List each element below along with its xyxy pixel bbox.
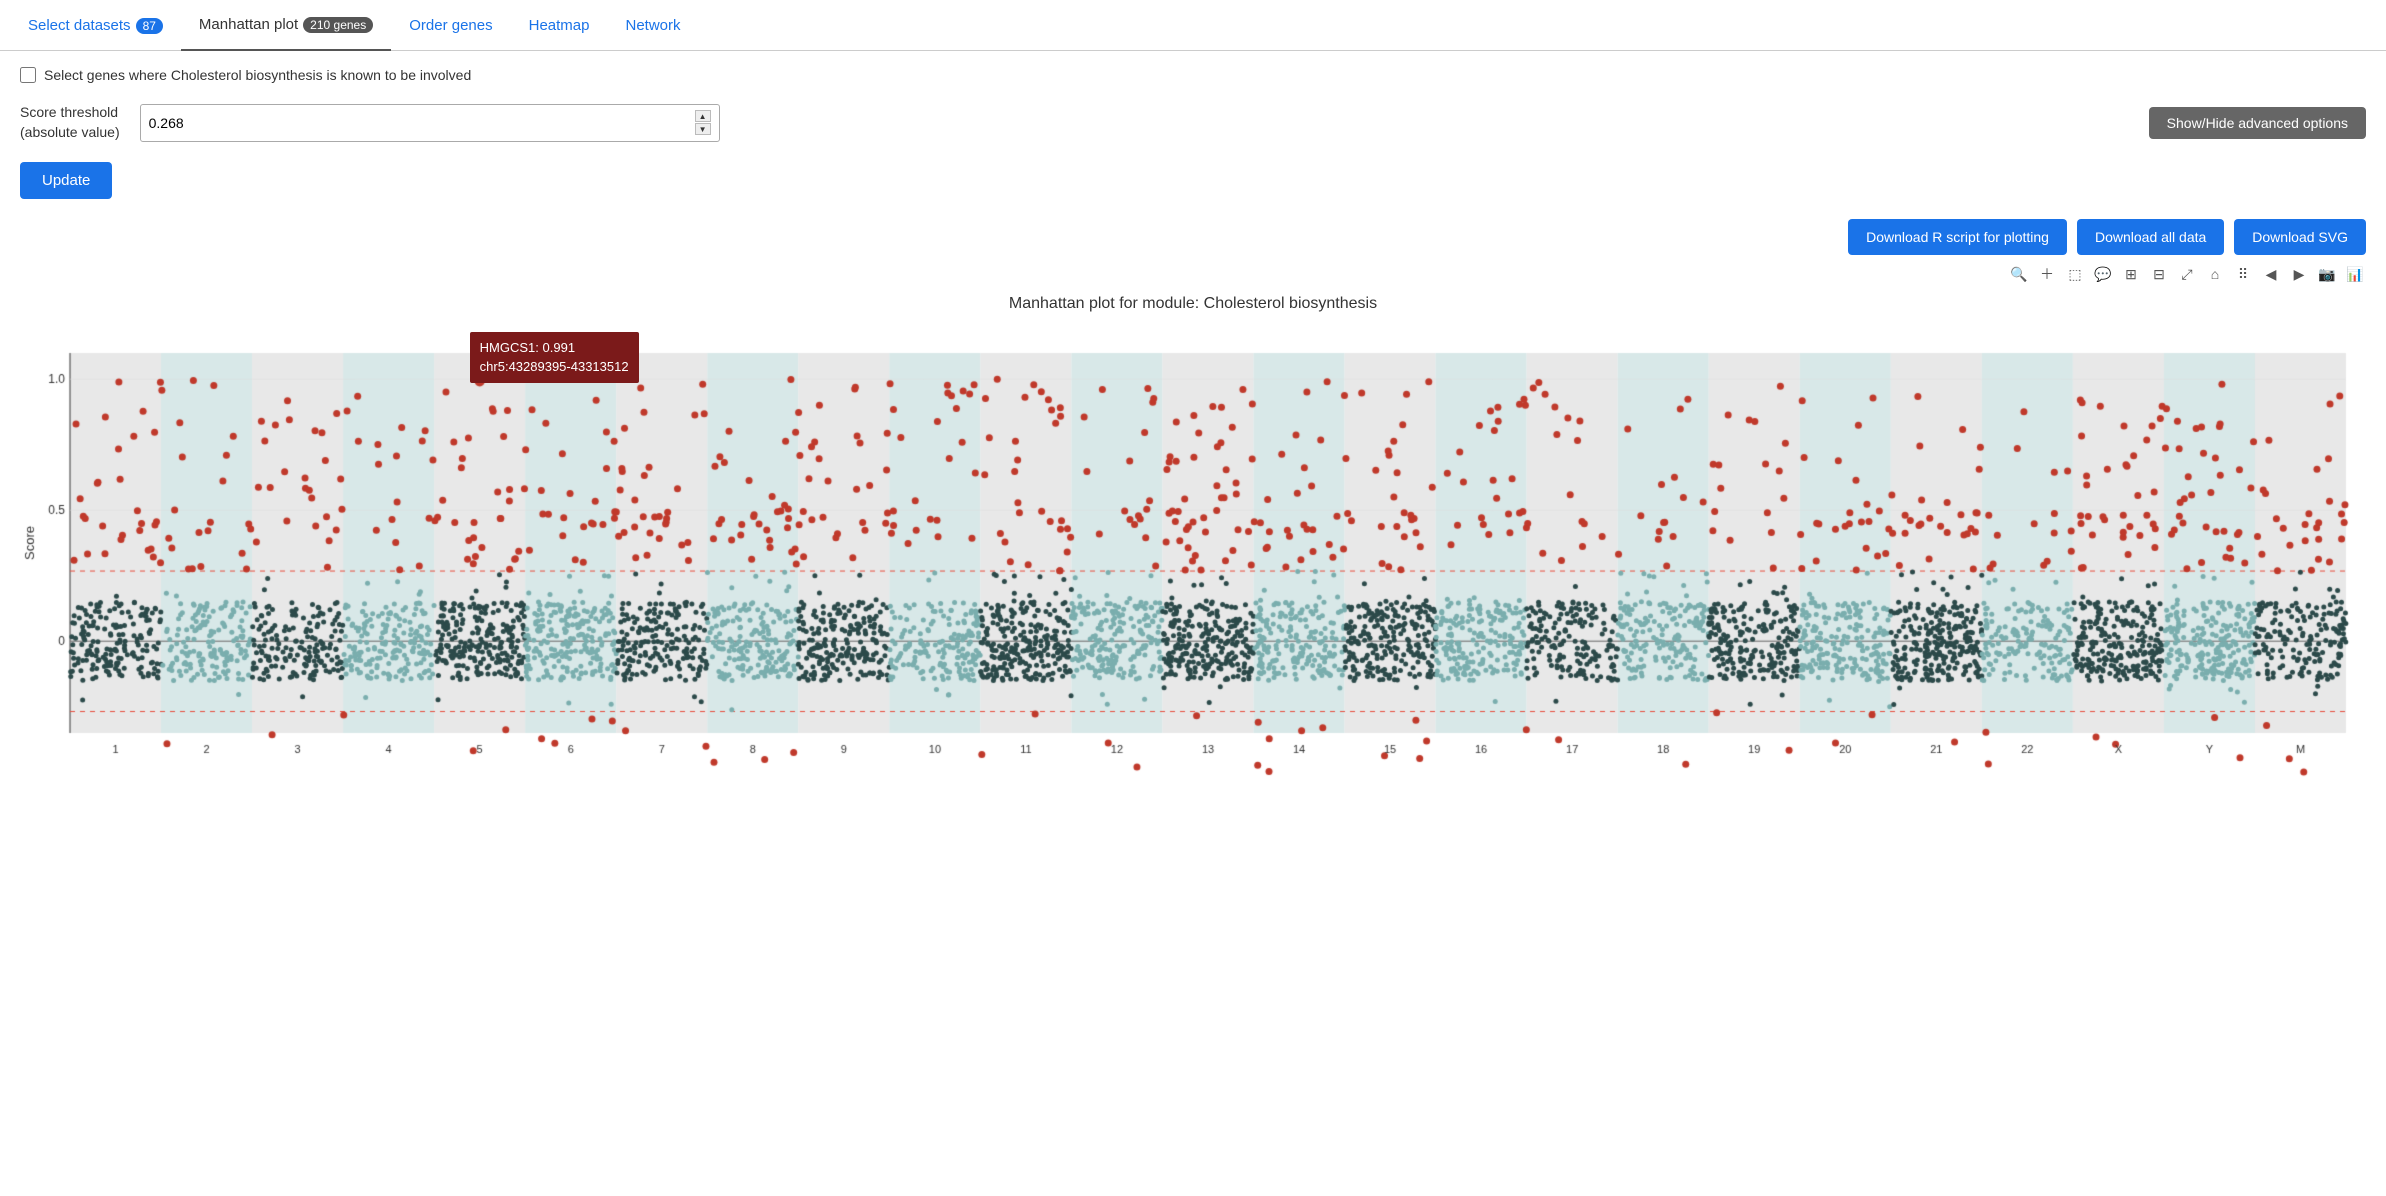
download-r-button[interactable]: Download R script for plotting [1848,219,2067,255]
pathway-checkbox[interactable] [20,67,36,83]
zoom-in-icon[interactable]: ⊞ [2120,263,2142,285]
checkbox-row: Select genes where Cholesterol biosynthe… [20,67,2366,83]
tab-order-genes[interactable]: Order genes [391,1,510,50]
download-row: Download R script for plotting Download … [20,219,2366,255]
next-icon[interactable]: ▶ [2288,263,2310,285]
prev-icon[interactable]: ◀ [2260,263,2282,285]
grid-icon[interactable]: ⠿ [2232,263,2254,285]
score-row: Score threshold (absolute value) ▲ ▼ Sho… [20,103,2366,142]
manhattan-canvas[interactable] [20,333,2366,793]
score-input-wrap: ▲ ▼ [140,104,720,142]
zoom-out-icon[interactable]: ⊟ [2148,263,2170,285]
zoom-icon[interactable]: 🔍 [2008,263,2030,285]
tabs-bar: Select datasets87Manhattan plot210 genes… [0,0,2386,51]
download-svg-button[interactable]: Download SVG [2234,219,2366,255]
checkbox-label: Select genes where Cholesterol biosynthe… [44,67,471,83]
tab-network[interactable]: Network [608,1,699,50]
tab-select-datasets[interactable]: Select datasets87 [10,1,181,50]
update-button[interactable]: Update [20,162,112,199]
comment-icon[interactable]: 💬 [2092,263,2114,285]
bar-chart-icon[interactable]: 📊 [2344,263,2366,285]
chart-title: Manhattan plot for module: Cholesterol b… [20,295,2366,313]
expand-icon[interactable]: ⤢ [2176,263,2198,285]
chart-container: HMGCS1: 0.991 chr5:43289395-43313512 [20,333,2366,813]
spinner-buttons: ▲ ▼ [695,110,711,135]
tab-manhattan-plot[interactable]: Manhattan plot210 genes [181,0,391,51]
score-label: Score threshold (absolute value) [20,103,120,142]
score-input[interactable] [149,115,695,131]
plus-icon[interactable]: ＋ [2036,263,2058,285]
select-box-icon[interactable]: ⬚ [2064,263,2086,285]
spinner-down[interactable]: ▼ [695,123,711,135]
spinner-up[interactable]: ▲ [695,110,711,122]
toolbar-icons: 🔍 ＋ ⬚ 💬 ⊞ ⊟ ⤢ ⌂ ⠿ ◀ ▶ 📷 📊 [20,263,2366,285]
camera-icon[interactable]: 📷 [2316,263,2338,285]
tab-heatmap[interactable]: Heatmap [511,1,608,50]
home-icon[interactable]: ⌂ [2204,263,2226,285]
main-content: Select genes where Cholesterol biosynthe… [0,51,2386,829]
advanced-options-button[interactable]: Show/Hide advanced options [2149,107,2366,139]
download-all-button[interactable]: Download all data [2077,219,2224,255]
